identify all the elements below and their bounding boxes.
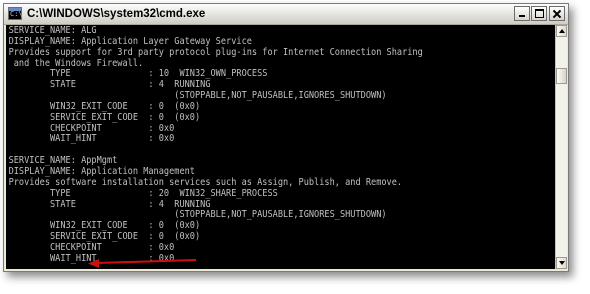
console-output[interactable]: SERVICE_NAME: ALG DISPLAY_NAME: Applicat… [6, 25, 555, 269]
cmd-window: C:\ C:\WINDOWS\system32\cmd.exe SERVICE_… [3, 3, 569, 272]
vertical-scrollbar[interactable] [555, 25, 567, 269]
cmd-icon-glyph: C:\ [10, 10, 23, 18]
scroll-down-icon[interactable] [556, 257, 567, 269]
cmd-icon[interactable]: C:\ [8, 7, 23, 20]
title-bar[interactable]: C:\ C:\WINDOWS\system32\cmd.exe [4, 4, 568, 25]
scrollbar-thumb[interactable] [556, 68, 567, 84]
maximize-icon[interactable] [531, 6, 547, 21]
window-title: C:\WINDOWS\system32\cmd.exe [27, 8, 206, 20]
close-icon[interactable] [549, 6, 565, 21]
minimize-icon[interactable] [514, 6, 530, 21]
console-text: SERVICE_NAME: ALG DISPLAY_NAME: Applicat… [8, 25, 423, 264]
scroll-up-icon[interactable] [556, 25, 567, 37]
